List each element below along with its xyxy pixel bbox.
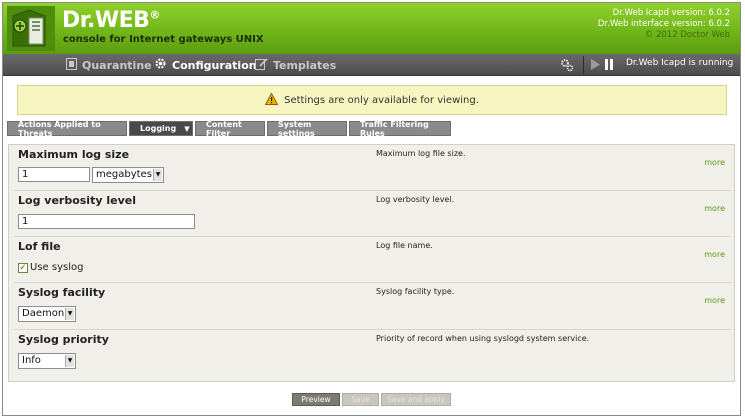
setting-label: Lof file bbox=[18, 240, 61, 253]
read-only-notice: Settings are only available for viewing. bbox=[17, 85, 727, 115]
setting-description: Log file name. bbox=[376, 241, 433, 250]
save-button[interactable]: Save bbox=[342, 393, 379, 406]
more-link[interactable]: more bbox=[704, 296, 725, 305]
nav-configuration[interactable]: Configuration bbox=[154, 57, 257, 73]
log-verbosity-input[interactable]: 1 bbox=[18, 214, 195, 229]
setting-description: Log verbosity level. bbox=[376, 195, 455, 204]
tab-traffic-filtering-rules[interactable]: Traffic Filtering Rules bbox=[349, 120, 451, 138]
setting-label: Maximum log size bbox=[18, 148, 130, 161]
registered-mark: ® bbox=[149, 8, 160, 22]
setting-description: Syslog facility type. bbox=[376, 287, 455, 296]
more-link[interactable]: more bbox=[704, 158, 725, 167]
chevron-down-icon: ▼ bbox=[184, 124, 190, 133]
edit-icon bbox=[255, 57, 268, 73]
main-nav: Quarantine Configuration Templates Dr.We… bbox=[3, 54, 740, 76]
setting-syslog-facility: Syslog facility Daemon ▼ Syslog facility… bbox=[14, 283, 731, 330]
nav-templates[interactable]: Templates bbox=[255, 57, 336, 73]
chevron-down-icon: ▼ bbox=[153, 169, 162, 181]
syslog-priority-select[interactable]: Info ▼ bbox=[18, 353, 76, 369]
more-link[interactable]: more bbox=[704, 250, 725, 259]
max-log-size-input[interactable]: 1 bbox=[18, 167, 90, 182]
interface-version: Dr.Web interface version: 6.0.2 bbox=[597, 19, 730, 29]
quarantine-icon bbox=[66, 57, 77, 73]
chevron-down-icon: ▼ bbox=[65, 308, 74, 320]
use-syslog-label: Use syslog bbox=[30, 262, 84, 273]
use-syslog-checkbox[interactable]: ✓ bbox=[18, 263, 28, 273]
nav-divider bbox=[583, 56, 584, 74]
setting-syslog-priority: Syslog priority Info ▼ Priority of recor… bbox=[14, 330, 731, 376]
drweb-logo-icon bbox=[7, 6, 55, 51]
setting-description: Maximum log file size. bbox=[376, 149, 466, 158]
header-bar: Dr.WEB® console for Internet gateways UN… bbox=[3, 3, 740, 54]
setting-label: Syslog facility bbox=[18, 286, 106, 299]
settings-gears-icon[interactable] bbox=[560, 58, 574, 75]
chevron-down-icon: ▼ bbox=[65, 355, 74, 367]
settings-panel: Maximum log size 1 megabytes ▼ Maximum l… bbox=[8, 144, 735, 382]
preview-button[interactable]: Preview bbox=[292, 393, 340, 406]
app-window: Dr.WEB® console for Internet gateways UN… bbox=[2, 2, 741, 416]
service-status: Dr.Web Icapd is running bbox=[626, 58, 734, 68]
setting-log-file: Lof file ✓ Use syslog Log file name. mor… bbox=[14, 237, 731, 283]
gear-icon bbox=[154, 57, 167, 73]
tab-system-settings[interactable]: System settings bbox=[267, 120, 347, 138]
icapd-version: Dr.Web Icapd version: 6.0.2 bbox=[612, 8, 730, 18]
setting-log-verbosity: Log verbosity level 1 Log verbosity leve… bbox=[14, 191, 731, 237]
warning-icon bbox=[264, 91, 279, 108]
setting-label: Log verbosity level bbox=[18, 194, 136, 207]
syslog-facility-select[interactable]: Daemon ▼ bbox=[18, 306, 76, 322]
save-and-apply-button[interactable]: Save and apply bbox=[381, 393, 451, 406]
tab-logging[interactable]: Logging ▼ bbox=[129, 121, 193, 136]
setting-description: Priority of record when using syslogd sy… bbox=[376, 334, 590, 343]
log-size-unit-select[interactable]: megabytes ▼ bbox=[92, 167, 164, 183]
brand-title: Dr.WEB® bbox=[62, 8, 160, 33]
tab-actions-applied[interactable]: Actions Applied to Threats bbox=[7, 120, 127, 138]
settings-tabs: Actions Applied to Threats Logging ▼ Con… bbox=[7, 120, 451, 138]
nav-quarantine[interactable]: Quarantine bbox=[66, 57, 152, 73]
more-link[interactable]: more bbox=[704, 204, 725, 213]
play-icon[interactable] bbox=[590, 58, 601, 74]
setting-max-log-size: Maximum log size 1 megabytes ▼ Maximum l… bbox=[14, 145, 731, 191]
tagline: console for Internet gateways UNIX bbox=[63, 34, 264, 45]
tab-content-filter[interactable]: Content Filter bbox=[195, 120, 265, 138]
service-controls bbox=[590, 58, 615, 74]
version-info: Dr.Web Icapd version: 6.0.2 Dr.Web inter… bbox=[598, 8, 730, 41]
setting-label: Syslog priority bbox=[18, 333, 109, 346]
pause-icon[interactable] bbox=[604, 58, 615, 74]
copyright: © 2012 Doctor Web bbox=[644, 30, 730, 40]
